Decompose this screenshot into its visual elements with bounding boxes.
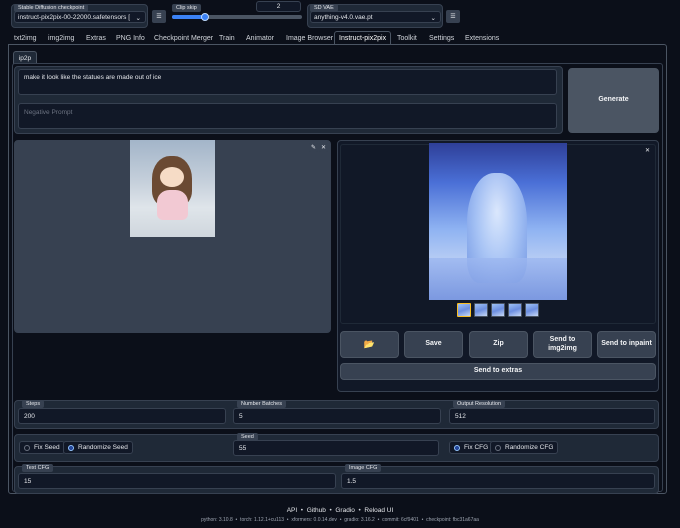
fix-cfg-option[interactable]: Fix CFG <box>449 441 494 454</box>
image-cfg-input[interactable]: 1.5 <box>341 473 655 489</box>
steps-input[interactable]: 200 <box>18 408 226 424</box>
generate-button[interactable]: Generate <box>568 68 659 133</box>
clip-skip-slider[interactable] <box>172 13 302 21</box>
randomize-seed-label: Randomize Seed <box>78 444 128 451</box>
tab-extras[interactable]: Extras <box>82 31 110 45</box>
footer-separator: • <box>356 507 363 514</box>
randomize-cfg-label: Randomize CFG <box>505 444 554 451</box>
chevron-down-icon: ⌄ <box>135 15 141 22</box>
vae-select[interactable]: anything-v4.0.vae.pt ⌄ <box>310 11 441 23</box>
close-icon[interactable]: ✕ <box>319 143 328 152</box>
edit-icon[interactable]: ✎ <box>309 143 318 152</box>
tab-animator[interactable]: Animator <box>242 31 278 45</box>
send-to-extras-button[interactable]: Send to extras <box>340 363 656 380</box>
tab-png-info[interactable]: PNG Info <box>112 31 149 45</box>
save-button[interactable]: Save <box>404 331 463 358</box>
open-folder-button[interactable]: 📂 <box>340 331 399 358</box>
footer-link-api[interactable]: API <box>287 507 297 514</box>
footer-separator: • <box>298 507 305 514</box>
tab-txt2img[interactable]: txt2img <box>10 31 41 45</box>
resolution-input[interactable]: 512 <box>449 408 655 424</box>
fix-seed-label: Fix Seed <box>34 444 60 451</box>
fix-seed-option[interactable]: Fix Seed <box>19 441 65 454</box>
resolution-label: Output Resolution <box>453 400 506 408</box>
input-image-face <box>160 167 184 187</box>
output-image[interactable] <box>429 143 567 300</box>
gallery-thumbnail[interactable] <box>525 303 539 317</box>
steps-label: Steps <box>22 400 45 408</box>
checkpoint-value: instruct-pix2pix-00-22000.safetensors [f… <box>18 14 130 21</box>
clip-skip-label: Clip skip <box>172 4 201 12</box>
output-image-ground <box>429 258 567 300</box>
tab-extensions[interactable]: Extensions <box>461 31 503 45</box>
negative-prompt-placeholder: Negative Prompt <box>24 109 73 116</box>
negative-prompt-input[interactable]: Negative Prompt <box>18 103 557 129</box>
randomize-cfg-option[interactable]: Randomize CFG <box>490 441 559 454</box>
prompt-input[interactable]: make it look like the statues are made o… <box>18 69 557 95</box>
image-cfg-label: Image CFG <box>345 464 382 472</box>
tab-toolkit[interactable]: Toolkit <box>393 31 421 45</box>
vae-value: anything-v4.0.vae.pt <box>314 14 373 21</box>
footer-link-gradio[interactable]: Gradio <box>335 507 355 514</box>
gallery-thumbnail[interactable] <box>491 303 505 317</box>
text-cfg-input[interactable]: 15 <box>18 473 336 489</box>
randomize-seed-radio[interactable] <box>68 444 74 451</box>
fix-cfg-label: Fix CFG <box>464 444 489 451</box>
chevron-down-icon: ⌄ <box>430 15 436 22</box>
input-image <box>130 140 215 237</box>
clip-skip-number[interactable]: 2 <box>256 1 301 12</box>
gallery-thumbnail[interactable] <box>457 303 471 317</box>
clip-skip-slider-handle[interactable] <box>200 13 209 21</box>
tab-settings[interactable]: Settings <box>425 31 458 45</box>
fix-cfg-radio[interactable] <box>454 444 460 451</box>
gallery-thumbnail[interactable] <box>474 303 488 317</box>
tab-img2img[interactable]: img2img <box>44 31 78 45</box>
send-to-img2img-button[interactable]: Send to img2img <box>533 331 592 358</box>
footer-link-reload-ui[interactable]: Reload UI <box>364 507 393 514</box>
footer-links: API • Github • Gradio • Reload UI <box>0 507 680 514</box>
batches-input[interactable]: 5 <box>233 408 441 424</box>
text-cfg-label: Text CFG <box>22 464 54 472</box>
refresh-vae-icon[interactable]: ☰ <box>446 10 460 23</box>
randomize-seed-option[interactable]: Randomize Seed <box>63 441 133 454</box>
tab-image-browser[interactable]: Image Browser <box>282 31 337 45</box>
gallery-thumbnail[interactable] <box>508 303 522 317</box>
footer-link-github[interactable]: Github <box>307 507 326 514</box>
send-to-inpaint-button[interactable]: Send to inpaint <box>597 331 656 358</box>
fix-seed-radio[interactable] <box>24 444 30 451</box>
zip-button[interactable]: Zip <box>469 331 528 358</box>
seed-input[interactable]: 55 <box>233 440 439 456</box>
tab-instruct-pix2pix[interactable]: Instruct-pix2pix <box>334 31 392 45</box>
close-icon[interactable]: ✕ <box>643 146 652 155</box>
footer-version-info: python: 3.10.8 • torch: 1.12.1+cu113 • x… <box>201 517 479 523</box>
batches-label: Number Batches <box>237 400 286 408</box>
tab-train[interactable]: Train <box>215 31 239 45</box>
randomize-cfg-radio[interactable] <box>495 444 501 451</box>
tab-checkpoint-merger[interactable]: Checkpoint Merger <box>150 31 217 45</box>
clip-skip-slider-fill <box>172 15 205 19</box>
refresh-checkpoint-icon[interactable]: ☰ <box>152 10 166 23</box>
footer-separator: • <box>327 507 334 514</box>
input-image-dress <box>157 190 188 220</box>
checkpoint-select[interactable]: instruct-pix2pix-00-22000.safetensors [f… <box>14 11 146 23</box>
